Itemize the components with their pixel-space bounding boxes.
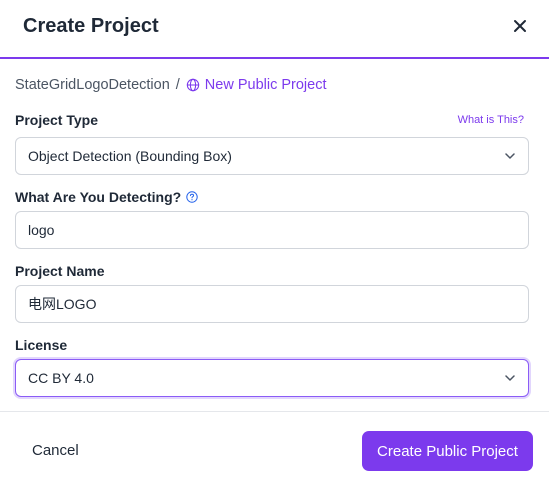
project-name-value: 电网LOGO bbox=[28, 296, 97, 312]
project-type-label: Project Type bbox=[15, 112, 98, 128]
dialog-header: Create Project bbox=[0, 0, 549, 59]
breadcrumb: StateGridLogoDetection / New Public Proj… bbox=[15, 77, 326, 93]
project-type-select[interactable]: Object Detection (Bounding Box) bbox=[15, 137, 529, 175]
help-circle-icon[interactable] bbox=[186, 191, 198, 203]
project-type-value: Object Detection (Bounding Box) bbox=[28, 148, 232, 164]
project-name-input[interactable]: 电网LOGO bbox=[15, 285, 529, 323]
dialog-title: Create Project bbox=[23, 15, 159, 37]
detecting-value: logo bbox=[28, 222, 55, 238]
dialog-footer: Cancel Create Public Project bbox=[0, 413, 549, 485]
cancel-button[interactable]: Cancel bbox=[32, 442, 79, 459]
breadcrumb-separator: / bbox=[175, 77, 180, 93]
chevron-down-icon bbox=[505, 153, 515, 159]
breadcrumb-new-project: New Public Project bbox=[204, 77, 327, 93]
detecting-label-text: What Are You Detecting? bbox=[15, 189, 182, 205]
create-public-project-button[interactable]: Create Public Project bbox=[362, 431, 533, 471]
breadcrumb-workspace[interactable]: StateGridLogoDetection bbox=[15, 77, 170, 93]
license-label: License bbox=[15, 337, 68, 353]
detecting-input[interactable]: logo bbox=[15, 211, 529, 249]
chevron-down-icon bbox=[505, 375, 515, 381]
license-select[interactable]: CC BY 4.0 bbox=[15, 359, 529, 397]
dialog-body: StateGridLogoDetection / New Public Proj… bbox=[0, 59, 549, 412]
globe-icon bbox=[186, 78, 200, 92]
project-name-label: Project Name bbox=[15, 263, 105, 279]
detecting-label: What Are You Detecting? bbox=[15, 189, 198, 205]
create-project-dialog: Create Project StateGridLogoDetection / … bbox=[0, 0, 549, 485]
license-value: CC BY 4.0 bbox=[28, 370, 94, 386]
what-is-this-link[interactable]: What is This? bbox=[458, 114, 524, 126]
close-icon[interactable] bbox=[510, 16, 530, 36]
